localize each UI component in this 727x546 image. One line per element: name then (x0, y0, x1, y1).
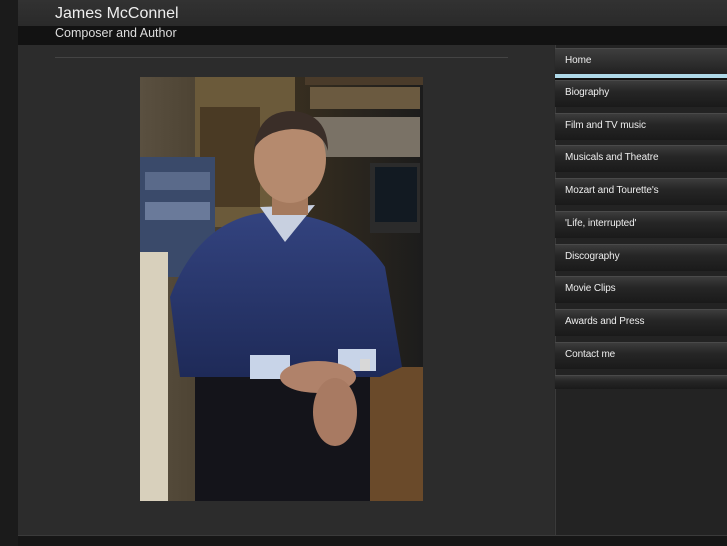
nav-biography[interactable]: Biography (555, 80, 727, 107)
nav-contact[interactable]: Contact me (555, 342, 727, 369)
nav-awards-press-label: Awards and Press (565, 316, 645, 327)
nav-musicals-theatre-label: Musicals and Theatre (565, 152, 659, 163)
nav-life-interrupted[interactable]: 'Life, interrupted' (555, 211, 727, 238)
nav-mozart-tourettes-label: Mozart and Tourette's (565, 185, 659, 196)
nav-life-interrupted-label: 'Life, interrupted' (565, 218, 637, 229)
portrait-photo (140, 77, 423, 501)
nav-musicals-theatre[interactable]: Musicals and Theatre (555, 145, 727, 172)
nav-movie-clips[interactable]: Movie Clips (555, 276, 727, 303)
nav-film-tv-music-label: Film and TV music (565, 120, 646, 131)
nav-awards-press[interactable]: Awards and Press (555, 309, 727, 336)
nav-film-tv-music[interactable]: Film and TV music (555, 113, 727, 140)
nav-mozart-tourettes[interactable]: Mozart and Tourette's (555, 178, 727, 205)
site-subtitle: Composer and Author (55, 26, 177, 40)
content-divider (55, 57, 508, 58)
nav-movie-clips-label: Movie Clips (565, 283, 616, 294)
nav-home[interactable]: Home (555, 48, 727, 75)
nav-spacer (555, 375, 727, 389)
nav-discography[interactable]: Discography (555, 244, 727, 271)
footer-bar (18, 535, 727, 546)
nav-contact-label: Contact me (565, 349, 616, 360)
site-title[interactable]: James McConnel (55, 5, 179, 23)
nav-biography-label: Biography (565, 87, 610, 98)
nav-discography-label: Discography (565, 251, 620, 262)
portrait-illustration (140, 77, 423, 501)
nav-home-label: Home (565, 55, 592, 66)
